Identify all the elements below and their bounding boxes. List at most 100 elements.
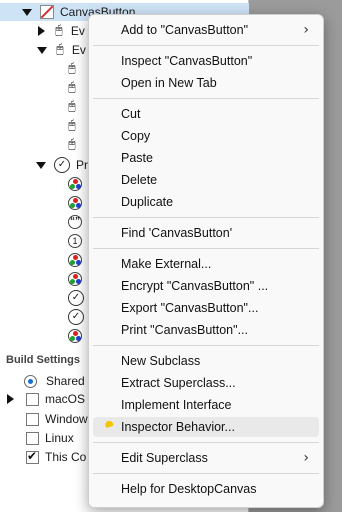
menu-item-label: Cut [121, 107, 141, 121]
menu-item-label: Inspector Behavior... [121, 420, 235, 434]
cursor-icon: 🖰 [68, 137, 76, 152]
menu-separator [93, 45, 319, 46]
cursor-icon: 🖰 [68, 61, 76, 76]
lightbulb-icon [104, 419, 114, 429]
tree-row-property[interactable]: 1 [68, 232, 82, 250]
build-target-linux[interactable]: Linux [26, 429, 74, 447]
menu-item-label: Copy [121, 129, 151, 143]
menu-item-copy[interactable]: Copy [93, 126, 319, 146]
menu-item-label: Duplicate [121, 195, 174, 209]
build-target-label: Linux [45, 431, 74, 445]
disclosure-down-icon[interactable] [22, 8, 32, 16]
menu-item-export[interactable]: Export "CanvasButton"... [93, 298, 319, 318]
tree-row-label: Pr [76, 158, 88, 172]
menu-item-label: Help for DesktopCanvas [121, 482, 257, 496]
context-menu: Add to "CanvasButton" › Inspect "CanvasB… [88, 14, 324, 508]
menu-item-duplicate[interactable]: Duplicate [93, 192, 319, 212]
tree-row-property[interactable] [68, 270, 82, 288]
tree-row-event-group[interactable]: 🖰 Ev [0, 22, 85, 40]
tree-row-property[interactable] [68, 175, 82, 193]
build-target-macos[interactable]: macOS [4, 390, 85, 408]
menu-item-implement-interface[interactable]: Implement Interface [93, 395, 319, 415]
tree-row-event[interactable]: 🖰 [68, 60, 76, 78]
menu-item-label: Make External... [121, 257, 212, 271]
tree-row-label: Ev [70, 24, 85, 38]
color-property-icon [68, 196, 82, 210]
menu-item-label: Add to "CanvasButton" [121, 23, 249, 37]
tree-row-label: Ev [71, 43, 86, 57]
menu-item-add-to[interactable]: Add to "CanvasButton" › [93, 20, 319, 40]
menu-item-new-subclass[interactable]: New Subclass [93, 351, 319, 371]
tree-row-event[interactable]: 🖰 [68, 98, 76, 116]
menu-separator [93, 217, 319, 218]
disclosure-right-icon[interactable] [38, 26, 45, 36]
tree-row-property[interactable] [68, 251, 82, 269]
tree-row-event[interactable]: 🖰 [68, 79, 76, 97]
menu-item-label: Find 'CanvasButton' [121, 226, 233, 240]
canvas-button-icon [40, 5, 54, 19]
cursor-icon: 🖰 [55, 23, 63, 38]
menu-item-label: Encrypt "CanvasButton" ... [121, 279, 269, 293]
checkbox[interactable] [26, 392, 39, 406]
cursor-icon: 🖰 [68, 99, 76, 114]
tree-row-event[interactable]: 🖰 [68, 117, 76, 135]
checkbox[interactable] [26, 412, 39, 426]
cursor-icon: 🖰 [68, 80, 76, 95]
menu-item-label: New Subclass [121, 354, 201, 368]
cursor-icon: 🖰 [68, 118, 76, 133]
tree-row-property[interactable] [68, 194, 82, 212]
string-property-icon: “” [68, 215, 82, 229]
menu-item-make-external[interactable]: Make External... [93, 254, 319, 274]
build-target-shared[interactable]: Shared [24, 372, 85, 390]
menu-item-label: Paste [121, 151, 153, 165]
menu-item-label: Inspect "CanvasButton" [121, 54, 253, 68]
menu-separator [93, 345, 319, 346]
menu-item-label: Print "CanvasButton"... [121, 323, 248, 337]
menu-separator [93, 442, 319, 443]
menu-item-paste[interactable]: Paste [93, 148, 319, 168]
menu-item-inspect[interactable]: Inspect "CanvasButton" [93, 51, 319, 71]
menu-item-open-new-tab[interactable]: Open in New Tab [93, 73, 319, 93]
menu-item-label: Implement Interface [121, 398, 232, 412]
menu-separator [93, 473, 319, 474]
checkbox-checked[interactable] [26, 449, 39, 464]
chevron-right-icon: › [303, 22, 309, 38]
menu-separator [93, 98, 319, 99]
tree-row-event-handlers[interactable]: 🖰 Ev [0, 41, 86, 59]
menu-item-inspector-behavior[interactable]: Inspector Behavior... [93, 417, 319, 437]
tree-row-property[interactable]: ✓ [68, 308, 84, 326]
menu-item-find[interactable]: Find 'CanvasButton' [93, 223, 319, 243]
build-target-label: macOS [45, 392, 86, 406]
build-target-windows[interactable]: Window [26, 410, 88, 428]
menu-item-help[interactable]: Help for DesktopCanvas [93, 479, 319, 499]
cursor-icon: 🖰 [56, 42, 64, 57]
number-property-icon: 1 [68, 234, 82, 248]
tree-row-event[interactable]: 🖰 [68, 136, 76, 154]
tree-row-properties[interactable]: ✓ Pr [0, 156, 88, 174]
color-property-icon [68, 253, 82, 267]
menu-item-encrypt[interactable]: Encrypt "CanvasButton" ... [93, 276, 319, 296]
tree-row-property[interactable] [68, 327, 82, 345]
disclosure-down-icon[interactable] [36, 161, 46, 169]
radio-button[interactable] [24, 374, 37, 388]
tree-row-property[interactable]: ✓ [68, 289, 84, 307]
checkbox[interactable] [26, 431, 39, 445]
build-settings-title: Build Settings [6, 354, 80, 366]
build-target-label: Window [45, 412, 88, 426]
color-property-icon [68, 272, 82, 286]
menu-item-edit-superclass[interactable]: Edit Superclass › [93, 448, 319, 468]
disclosure-right-icon[interactable] [7, 394, 14, 404]
menu-item-cut[interactable]: Cut [93, 104, 319, 124]
property-check-icon: ✓ [54, 157, 70, 173]
menu-item-delete[interactable]: Delete [93, 170, 319, 190]
menu-item-extract-superclass[interactable]: Extract Superclass... [93, 373, 319, 393]
menu-item-label: Open in New Tab [121, 76, 217, 90]
disclosure-down-icon[interactable] [37, 46, 47, 54]
menu-item-label: Extract Superclass... [121, 376, 236, 390]
tree-row-property[interactable]: “” [68, 213, 82, 231]
boolean-property-icon: ✓ [68, 290, 84, 306]
menu-separator [93, 248, 319, 249]
build-target-this-computer[interactable]: This Co [26, 448, 86, 466]
menu-item-print[interactable]: Print "CanvasButton"... [93, 320, 319, 340]
chevron-right-icon: › [303, 450, 309, 466]
